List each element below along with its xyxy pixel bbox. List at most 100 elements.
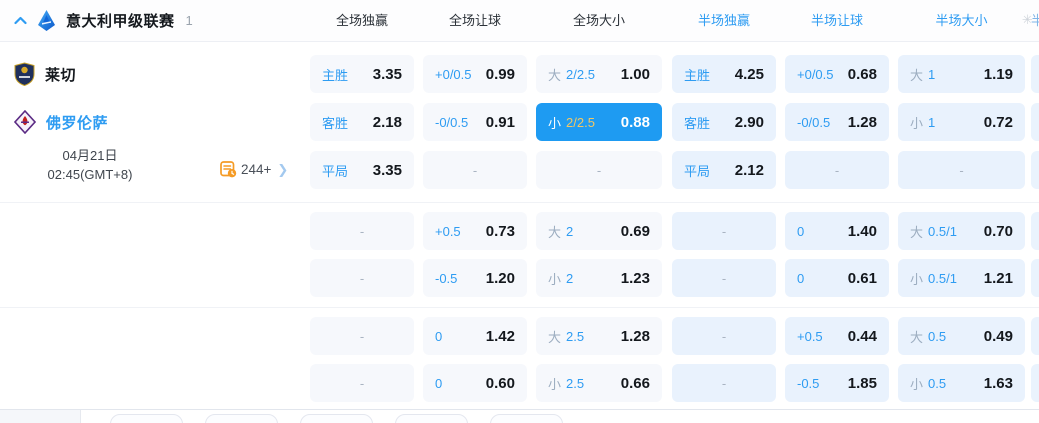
column-header-6: 半场大小 [935,13,988,28]
filter-pill-1[interactable] [110,414,183,423]
odds-cell-r2-c6[interactable]: 小 1 0.72 [898,103,1025,141]
column-header-4: 半场独赢 [697,13,750,28]
odds-cell-r7-c1[interactable]: - [310,364,414,402]
odds-cell-r3-c1[interactable]: 平局 3.35 [310,151,414,189]
odds-cell-r7-c4[interactable]: - [672,364,776,402]
empty-odds-placeholder: - [721,223,727,239]
odds-cell-r5-c5[interactable]: 0 0.61 [785,259,889,297]
odds-cell-r1-c6[interactable]: 大 1 1.19 [898,55,1025,93]
row-group-divider [0,202,1039,203]
odds-value: 1.28 [847,113,877,131]
odds-cell-r7-c2[interactable]: 0 0.60 [423,364,527,402]
odds-line: -0/0.5 [435,114,469,130]
odds-cell-r1-c2[interactable]: +0/0.5 0.99 [423,55,527,93]
odds-value: 0.44 [847,327,877,345]
odds-cell-r4-c5[interactable]: 0 1.40 [785,212,889,250]
markets-count: 244+ [241,162,272,177]
odds-cell-r7-c3[interactable]: 小 2.5 0.66 [536,364,662,402]
odds-value: 0.91 [485,113,515,131]
odds-value: 1.40 [847,222,877,240]
odds-tag: 小 [548,115,562,131]
chevron-right-icon: ❯ [277,161,289,177]
odds-value: 2.18 [372,113,402,131]
odds-cell-r5-c1[interactable]: - [310,259,414,297]
chevron-up-icon[interactable] [14,16,27,25]
odds-value: 1.19 [983,65,1013,83]
odds-cell-r5-c3[interactable]: 小 2 1.23 [536,259,662,297]
match-time: 02:45(GMT+8) [47,167,133,182]
odds-line: 2/2.5 [566,66,595,82]
odds-value: 0.88 [620,113,650,131]
empty-odds-placeholder: - [834,162,840,178]
odds-tag: 主胜 [684,67,711,83]
odds-cell-r3-c3[interactable]: - [536,151,662,189]
odds-value: 3.35 [372,65,402,83]
odds-cell-r1-c5[interactable]: +0/0.5 0.68 [785,55,889,93]
odds-line: 0.5 [928,375,947,391]
filter-pill-3[interactable] [300,414,373,423]
odds-cell-r2-c3[interactable]: 小 2/2.5 0.88 [536,103,662,141]
odds-cell-r2-c1[interactable]: 客胜 2.18 [310,103,414,141]
odds-cell-r6-c3[interactable]: 大 2.5 1.28 [536,317,662,355]
odds-line: 0.5/1 [928,223,957,239]
odds-cell-r1-c1[interactable]: 主胜 3.35 [310,55,414,93]
odds-cell-r5-c6[interactable]: 小 0.5/1 1.21 [898,259,1025,297]
odds-cell-r5-c2[interactable]: -0.5 1.20 [423,259,527,297]
empty-odds-placeholder: - [359,375,365,391]
odds-cell-r7-c5[interactable]: -0.5 1.85 [785,364,889,402]
home-team-row[interactable]: 莱切 [14,62,76,86]
column-header-2: 全场让球 [448,13,501,28]
odds-line: 0.5/1 [928,270,957,286]
league-logo-icon [36,9,57,32]
odds-cell-r4-c2[interactable]: +0.5 0.73 [423,212,527,250]
odds-cell-r3-c5[interactable]: - [785,151,889,189]
odds-cell-r6-c1[interactable]: - [310,317,414,355]
odds-cell-r3-c6[interactable]: - [898,151,1025,189]
odds-line: 2 [566,270,574,286]
odds-cell-r5-c4[interactable]: - [672,259,776,297]
odds-cell-r4-c1[interactable]: - [310,212,414,250]
odds-cell-r4-c6[interactable]: 大 0.5/1 0.70 [898,212,1025,250]
odds-cell-r3-c2[interactable]: - [423,151,527,189]
markets-clock-doc-icon [220,161,237,178]
odds-line: 0 [797,223,805,239]
odds-value: 0.72 [983,113,1013,131]
odds-tag: 大 [548,67,562,83]
league-match-count: 1 [185,13,193,28]
odds-line: -0.5 [797,375,820,391]
odds-tag: 客胜 [322,115,349,131]
odds-line: 1 [928,114,936,130]
odds-tag: 大 [910,67,924,83]
odds-cell-r2-c2[interactable]: -0/0.5 0.91 [423,103,527,141]
odds-cell-r4-c3[interactable]: 大 2 0.69 [536,212,662,250]
empty-odds-placeholder: - [596,162,602,178]
odds-cell-r2-c4[interactable]: 客胜 2.90 [672,103,776,141]
odds-cell-r4-c4[interactable]: - [672,212,776,250]
odds-cell-r6-c5[interactable]: +0.5 0.44 [785,317,889,355]
odds-tag: 大 [548,329,562,345]
odds-value: 0.61 [847,269,877,287]
odds-cell-r7-c6[interactable]: 小 0.5 1.63 [898,364,1025,402]
filter-pill-2[interactable] [205,414,278,423]
more-markets-link[interactable]: 244+ ❯ [220,161,288,178]
row-group-divider [0,307,1039,308]
odds-line: +0.5 [435,223,461,239]
odds-cell-r2-c5[interactable]: -0/0.5 1.28 [785,103,889,141]
filter-pill-4[interactable] [395,414,468,423]
odds-line: +0/0.5 [435,66,472,82]
odds-cell-r6-c2[interactable]: 0 1.42 [423,317,527,355]
odds-cell-r6-c4[interactable]: - [672,317,776,355]
filter-pill-5[interactable] [490,414,563,423]
odds-line: 0.5 [928,328,947,344]
odds-cell-r3-c4[interactable]: 平局 2.12 [672,151,776,189]
odds-value: 0.66 [620,374,650,392]
partial-next-column-cell [1031,259,1039,297]
odds-value: 4.25 [734,65,764,83]
star-icon[interactable]: ✳ [1022,12,1033,28]
away-team-row[interactable]: 佛罗伦萨 [14,110,108,134]
odds-cell-r1-c4[interactable]: 主胜 4.25 [672,55,776,93]
odds-cell-r1-c3[interactable]: 大 2/2.5 1.00 [536,55,662,93]
odds-cell-r6-c6[interactable]: 大 0.5 0.49 [898,317,1025,355]
odds-tag: 平局 [322,163,349,179]
partial-next-column-cell [1031,364,1039,402]
